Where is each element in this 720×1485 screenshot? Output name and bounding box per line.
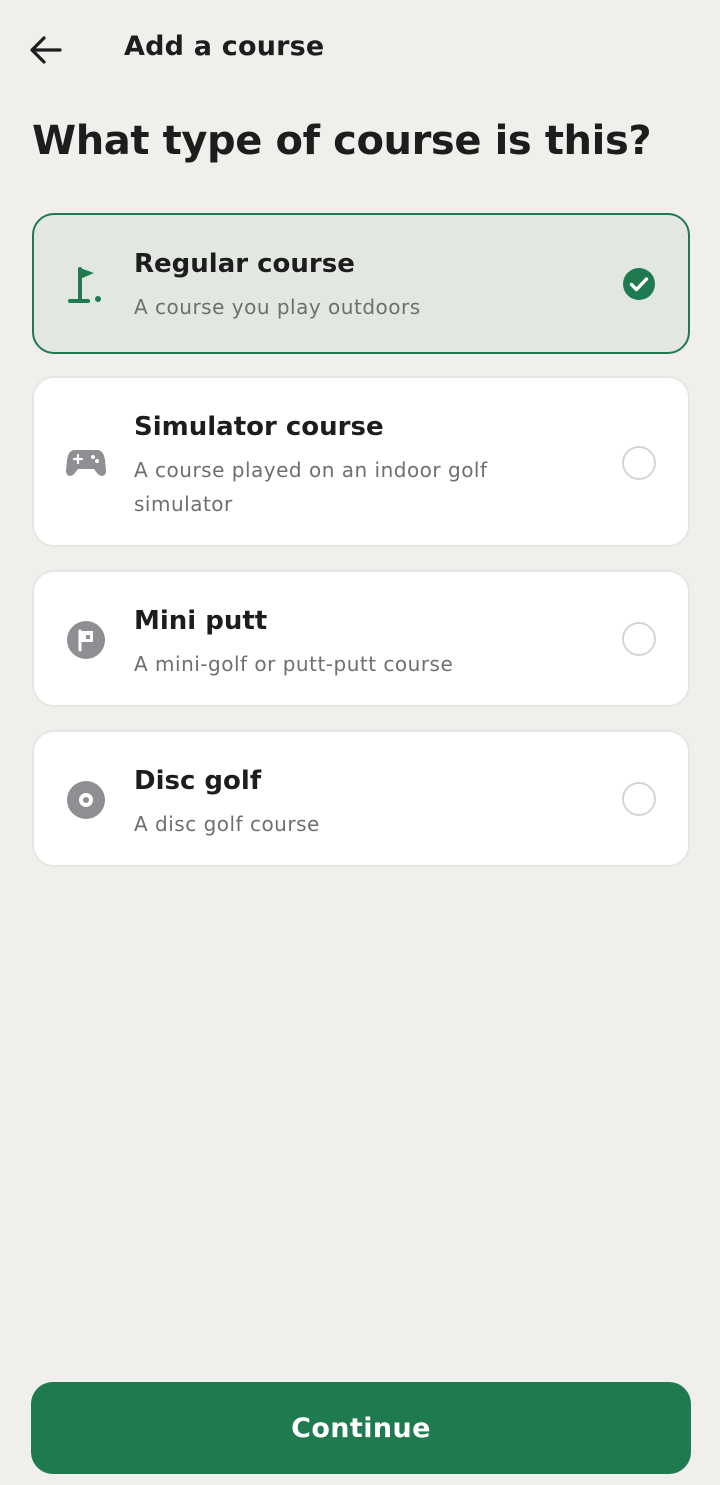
option-description: A course played on an indoor golf simula… [134,458,488,516]
golf-flag-icon [64,263,108,307]
app-header: Add a course [0,0,720,100]
arrow-left-icon [30,36,62,64]
option-title: Simulator course [134,412,384,442]
option-simulator-course[interactable]: Simulator course A course played on an i… [32,376,690,547]
option-title: Mini putt [134,606,268,636]
continue-button[interactable]: Continue [31,1382,691,1474]
disc-icon [64,778,108,822]
question-heading: What type of course is this? [32,118,652,164]
radio-unselected[interactable] [622,782,656,816]
radio-unselected[interactable] [622,446,656,480]
option-mini-putt[interactable]: Mini putt A mini-golf or putt-putt cours… [32,570,690,707]
radio-unselected[interactable] [622,622,656,656]
gamepad-icon [64,441,108,485]
option-title: Regular course [134,249,355,279]
option-description: A mini-golf or putt-putt course [134,652,454,676]
radio-selected[interactable] [622,267,656,301]
flag-circle-icon [64,618,108,662]
option-disc-golf[interactable]: Disc golf A disc golf course [32,730,690,867]
option-description: A course you play outdoors [134,295,421,319]
option-regular-course[interactable]: Regular course A course you play outdoor… [32,213,690,354]
check-circle-icon [623,268,655,300]
option-title: Disc golf [134,766,262,796]
option-description: A disc golf course [134,812,320,836]
back-button[interactable] [22,26,70,74]
page-title: Add a course [124,31,325,62]
add-course-screen: Add a course What type of course is this… [0,0,720,1485]
